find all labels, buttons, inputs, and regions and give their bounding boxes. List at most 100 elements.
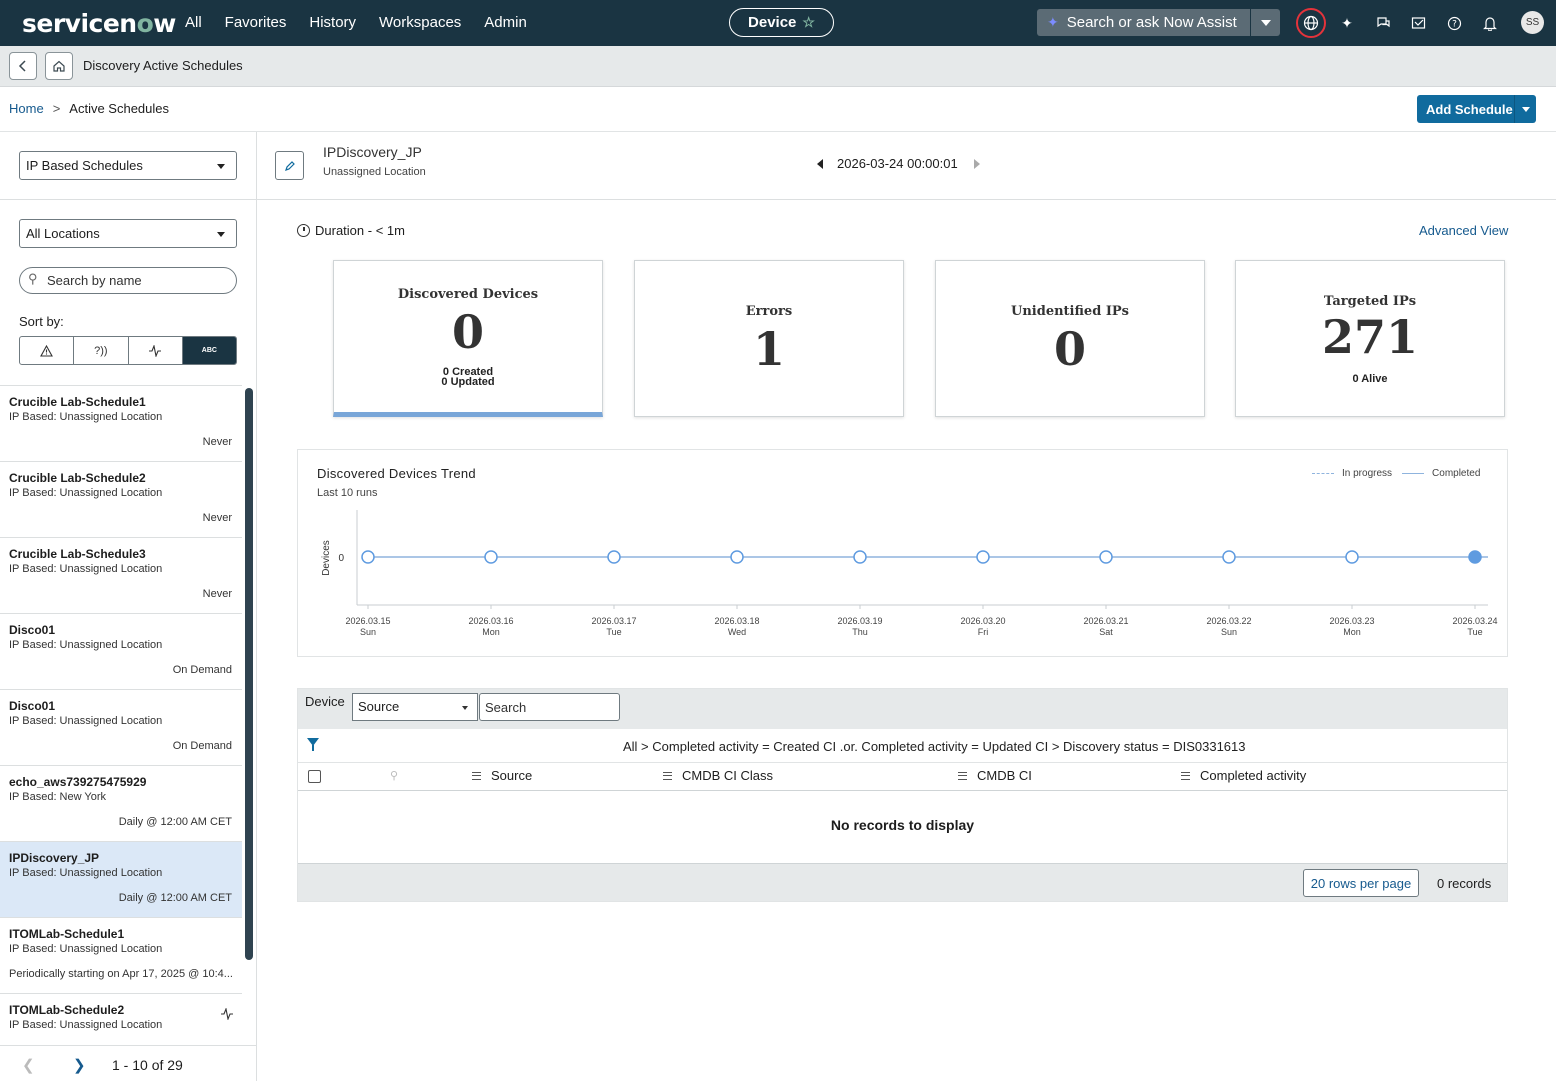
column-cmdb-ci[interactable]: CMDB CI [958, 768, 1032, 783]
avatar[interactable]: SS [1521, 11, 1544, 34]
now-assist-dropdown[interactable] [1250, 9, 1280, 36]
run-datetime: 2026-03-24 00:00:01 [837, 156, 958, 171]
column-cmdb-ci-class-label: CMDB CI Class [682, 768, 774, 783]
home-button[interactable] [45, 52, 73, 80]
globe-icon[interactable] [1296, 8, 1326, 38]
inbox-icon[interactable] [1407, 12, 1429, 34]
sidebar-divider [0, 199, 257, 200]
edit-schedule-button[interactable] [275, 151, 304, 180]
chevron-down-icon [217, 232, 225, 237]
list-item[interactable]: Disco01 IP Based: Unassigned Location On… [0, 614, 242, 690]
pagination-range: 1 - 10 of 29 [112, 1057, 183, 1073]
sparkle-icon[interactable]: ✦ [1336, 12, 1358, 34]
nav-history[interactable]: History [309, 14, 356, 31]
schedule-name: Crucible Lab-Schedule2 [9, 471, 146, 485]
sidebar-scrollbar[interactable] [245, 388, 253, 960]
sort-by-activity-button[interactable] [129, 337, 183, 364]
next-run-button[interactable] [973, 158, 980, 169]
column-menu-icon[interactable] [1181, 771, 1190, 780]
schedule-list: Crucible Lab-Schedule1 IP Based: Unassig… [0, 385, 242, 1045]
data-point [1222, 550, 1236, 564]
schedule-frequency: Never [202, 512, 232, 524]
filter-condition[interactable]: All > Completed activity = Created CI .o… [623, 739, 1246, 754]
schedule-type-value: IP Based Schedules [26, 158, 143, 173]
select-all-checkbox[interactable] [308, 770, 321, 783]
column-source[interactable]: Source [472, 768, 532, 783]
filter-icon[interactable] [307, 738, 319, 751]
list-item[interactable]: Crucible Lab-Schedule3 IP Based: Unassig… [0, 538, 242, 614]
servicenow-logo[interactable]: servicenow [22, 9, 176, 38]
search-by-name-input[interactable]: ⚲ Search by name [19, 267, 237, 294]
targeted-ips-card[interactable]: Targeted IPs 271 0 Alive [1235, 260, 1505, 417]
column-completed-activity-label: Completed activity [1200, 768, 1307, 783]
list-item[interactable]: Disco01 IP Based: Unassigned Location On… [0, 690, 242, 766]
schedule-location: IP Based: Unassigned Location [9, 715, 163, 727]
nav-all[interactable]: All [185, 14, 202, 31]
sort-by-name-button[interactable]: ABC [182, 337, 236, 364]
star-icon[interactable]: ☆ [802, 14, 815, 31]
x-tick-day-label: Sun [360, 627, 376, 637]
sort-by-errors-button[interactable] [20, 337, 75, 364]
sort-by-unidentified-button[interactable]: ?)) [74, 337, 129, 364]
location-value: All Locations [26, 226, 100, 241]
previous-page-button[interactable]: ❮ [22, 1056, 35, 1074]
column-menu-icon[interactable] [663, 771, 672, 780]
add-schedule-label: Add Schedule [1426, 101, 1513, 117]
context-pill-label: Device [748, 14, 797, 31]
search-by-name-placeholder: Search by name [47, 273, 142, 288]
add-schedule-dropdown[interactable] [1514, 95, 1536, 123]
x-tick-day-label: Thu [852, 627, 868, 637]
device-search-input[interactable]: Search [479, 693, 620, 721]
list-item[interactable]: ITOMLab-Schedule2 IP Based: Unassigned L… [0, 994, 242, 1045]
unidentified-ips-card[interactable]: Unidentified IPs 0 [935, 260, 1205, 417]
list-item[interactable]: echo_aws739275475929 IP Based: New York … [0, 766, 242, 842]
sort-button-group: ?)) ABC [19, 336, 237, 365]
schedule-frequency: Never [202, 436, 232, 448]
chevron-down-icon [1521, 106, 1530, 112]
list-item[interactable]: Crucible Lab-Schedule1 IP Based: Unassig… [0, 386, 242, 462]
clock-icon [297, 224, 310, 237]
column-source-label: Source [491, 768, 533, 783]
breadcrumb-home-link[interactable]: Home [9, 101, 44, 116]
help-icon[interactable]: ? [1443, 12, 1465, 34]
schedule-name: ITOMLab-Schedule2 [9, 1003, 125, 1017]
card-title: Unidentified IPs [1011, 304, 1129, 319]
context-pill[interactable]: Device ☆ [729, 8, 834, 37]
back-button[interactable] [9, 52, 37, 80]
column-menu-icon[interactable] [472, 771, 481, 780]
unidentified-icon: ?)) [94, 344, 108, 357]
list-item[interactable]: Crucible Lab-Schedule2 IP Based: Unassig… [0, 462, 242, 538]
card-value: 271 [1321, 310, 1419, 364]
nav-workspaces[interactable]: Workspaces [379, 14, 461, 31]
column-cmdb-ci-class[interactable]: CMDB CI Class [663, 768, 773, 783]
bell-icon[interactable] [1479, 12, 1501, 34]
location-select[interactable]: All Locations [19, 219, 237, 248]
sort-by-label: Sort by: [19, 314, 64, 329]
previous-run-button[interactable] [817, 158, 823, 169]
nav-favorites[interactable]: Favorites [225, 14, 287, 31]
errors-card[interactable]: Errors 1 [634, 260, 904, 417]
top-navigation-bar: servicenow All Favorites History Workspa… [0, 0, 1556, 46]
advanced-view-link[interactable]: Advanced View [1419, 223, 1508, 238]
rows-per-page-button[interactable]: 20 rows per page [1303, 869, 1419, 897]
chat-icon[interactable] [1372, 12, 1394, 34]
list-item-selected[interactable]: IPDiscovery_JP IP Based: Unassigned Loca… [0, 842, 242, 918]
schedule-type-select[interactable]: IP Based Schedules [19, 151, 237, 180]
card-value: 0 [1053, 322, 1086, 376]
now-assist-search[interactable]: ✦ Search or ask Now Assist [1037, 9, 1250, 36]
schedule-location: IP Based: Unassigned Location [9, 563, 163, 575]
duration-label: Duration - < 1m [297, 223, 405, 238]
pulse-icon [149, 344, 162, 357]
discovered-devices-card[interactable]: Discovered Devices 0 0 Created 0 Updated [333, 260, 603, 417]
column-menu-icon[interactable] [958, 771, 967, 780]
next-page-button[interactable]: ❯ [73, 1056, 86, 1074]
x-tick-day-label: Fri [978, 627, 989, 637]
list-item[interactable]: ITOMLab-Schedule1 IP Based: Unassigned L… [0, 918, 242, 994]
add-schedule-button[interactable]: Add Schedule [1417, 95, 1536, 123]
source-field-select[interactable]: Source [352, 693, 478, 721]
card-updated: 0 Updated [441, 376, 495, 388]
search-icon[interactable]: ⚲ [390, 769, 398, 782]
column-completed-activity[interactable]: Completed activity [1181, 768, 1306, 783]
nav-admin[interactable]: Admin [484, 14, 527, 31]
column-cmdb-ci-label: CMDB CI [977, 768, 1032, 783]
